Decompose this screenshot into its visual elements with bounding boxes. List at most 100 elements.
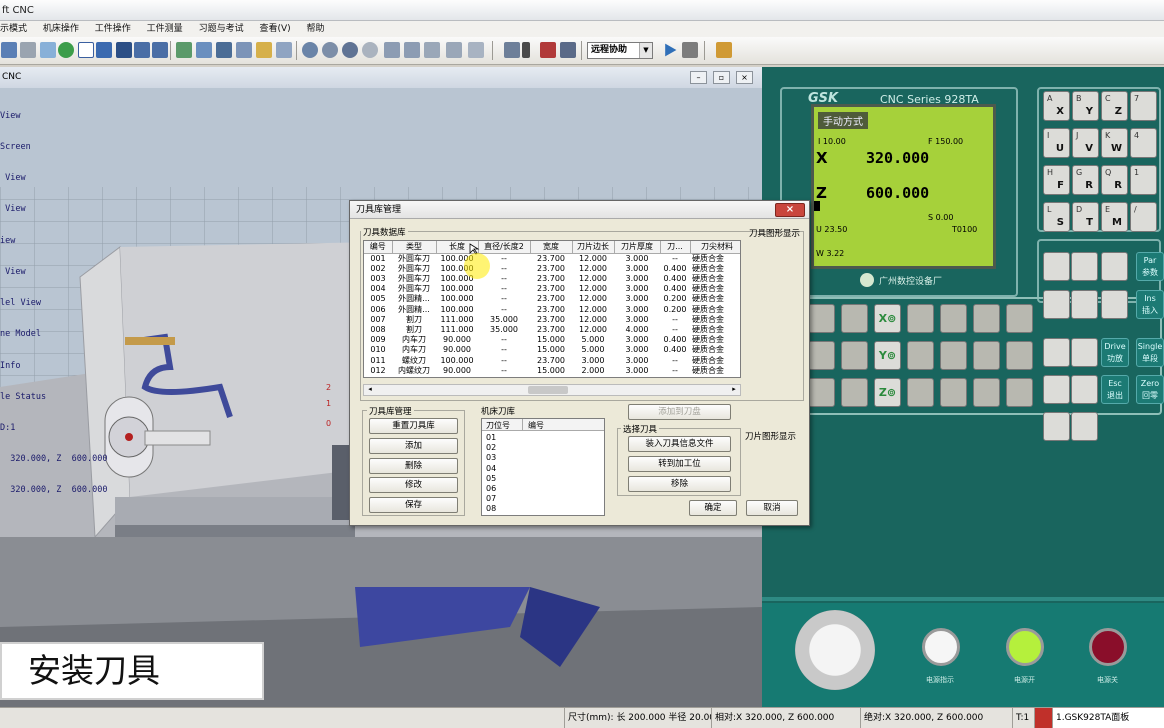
down-icon[interactable] [1071,290,1098,319]
table-row[interactable]: 011 螺纹刀 100.000 -- 23.700 3.000 3.000 -- 硬质合金 [364,356,740,366]
menu-item-view[interactable]: 查看(V) [259,24,290,34]
table-row[interactable]: 009 内车刀 90.000 -- 15.000 5.000 3.000 0.400 硬质合金 [364,335,740,345]
function-key[interactable]: Ins 插入 [1136,290,1164,319]
refresh-icon[interactable] [58,42,74,58]
view-list-line[interactable]: View [0,267,107,277]
jog-key[interactable] [1043,412,1070,441]
axis-key[interactable]: Y⊚ [874,341,901,370]
operation-key[interactable] [940,341,967,370]
axis-key[interactable]: Z⊚ [874,378,901,407]
operation-key[interactable] [808,304,835,333]
save-record-icon[interactable] [560,42,576,58]
step-icon[interactable] [504,42,520,58]
page-down-icon[interactable] [1101,252,1128,281]
step-key[interactable] [1071,338,1098,367]
tool-slot-list[interactable]: 刀位号 编号 01 02 03 04 05 06 07 08 [481,418,605,516]
table-column-header[interactable]: 刀片边长 [572,241,615,254]
operation-key[interactable] [940,378,967,407]
hand-icon[interactable] [468,42,484,58]
cut-icon[interactable] [384,42,400,58]
operation-key[interactable] [808,378,835,407]
operation-key[interactable] [973,304,1000,333]
function-key[interactable]: Drive 功放 [1101,338,1129,367]
keypad-key[interactable]: EM [1101,202,1128,232]
close-icon[interactable]: × [775,203,805,217]
tool-slot-row[interactable]: 05 [486,474,496,484]
delete-tool-button[interactable]: 删除 [369,458,458,474]
function-key[interactable]: Zero 回零 [1136,375,1164,404]
stop-icon[interactable] [682,42,698,58]
view-side-icon[interactable] [342,42,358,58]
operation-key[interactable] [973,341,1000,370]
select-icon[interactable] [40,42,56,58]
save-library-button[interactable]: 保存 [369,497,458,513]
operation-key[interactable] [973,378,1000,407]
tool-icon[interactable] [196,42,212,58]
table-column-header[interactable]: 刀尖材料 [690,241,740,254]
keypad-key[interactable]: CZ [1101,91,1128,121]
remove-tool-button[interactable]: 移除 [628,476,731,492]
keypad-key[interactable]: 4 [1130,128,1157,158]
menu-item-mode[interactable]: 示模式 [0,24,27,34]
chevron-down-icon[interactable]: ▼ [639,43,652,58]
jog-key[interactable] [1043,375,1070,404]
minimize-icon[interactable]: – [690,71,707,84]
function-key[interactable]: Par 参数 [1136,252,1164,281]
exam-icon[interactable] [716,42,732,58]
table-row[interactable]: 010 内车刀 90.000 -- 15.000 5.000 3.000 0.400 硬质合金 [364,345,740,355]
close-icon[interactable]: × [736,71,753,84]
power-off-button[interactable] [1089,628,1127,666]
table-row[interactable]: 002 外圆车刀 100.000 -- 23.700 12.000 3.000 0.400 硬质… [364,264,740,274]
tool-data-table[interactable]: 编号 类型 长度 直径/长度2 宽度 刀片边长 刀片厚度 刀... 刀尖材料 001 外圆车刀 10… [363,240,741,378]
function-key[interactable]: Single 单段 [1136,338,1164,367]
frame-icon[interactable] [78,42,94,58]
operation-key[interactable] [907,304,934,333]
keypad-key[interactable]: HF [1043,165,1070,195]
scroll-thumb[interactable] [528,386,568,394]
keypad-key[interactable]: JV [1072,128,1099,158]
step-key[interactable] [1071,412,1098,441]
tailstock-icon[interactable] [276,42,292,58]
keypad-key[interactable]: LS [1043,202,1070,232]
modify-tool-button[interactable]: 修改 [369,477,458,493]
keypad-key[interactable]: QR [1101,165,1128,195]
operation-key[interactable] [907,378,934,407]
axis-key[interactable]: X⊚ [874,304,901,333]
keypad-key[interactable]: KW [1101,128,1128,158]
view-list-line[interactable]: View [0,111,107,121]
view-list-line[interactable]: Info [0,361,107,371]
table-row[interactable]: 004 外圆车刀 100.000 -- 23.700 12.000 3.000 0.400 硬质… [364,284,740,294]
tool-slot-row[interactable]: 06 [486,484,496,494]
view-list-line[interactable]: View [0,173,107,183]
scroll-right-icon[interactable]: ▸ [728,385,740,395]
menu-item-exercises[interactable]: 习题与考试 [199,24,244,34]
record-icon[interactable] [540,42,556,58]
menu-item-measure[interactable]: 工件测量 [147,24,183,34]
machine-icon[interactable] [176,42,192,58]
table-column-header[interactable]: 编号 [364,241,393,254]
restore-icon[interactable]: ▫ [713,71,730,84]
scroll-left-icon[interactable]: ◂ [364,385,376,395]
tool-slot-row[interactable]: 03 [486,453,496,463]
table-horizontal-scrollbar[interactable]: ◂ ▸ [363,384,741,396]
keypad-key[interactable]: 7 [1130,91,1157,121]
window-icon[interactable] [96,42,112,58]
tool-slot-row[interactable]: 01 [486,433,496,443]
up-icon[interactable] [1071,252,1098,281]
zoom-icon[interactable] [116,42,132,58]
operation-key[interactable] [907,341,934,370]
table-column-header[interactable]: 刀... [660,241,691,254]
coolant-icon[interactable] [216,42,232,58]
operation-key[interactable] [1006,341,1033,370]
reset-library-button[interactable]: 重置刀具库 [369,418,458,434]
pointer-icon[interactable] [1,42,17,58]
keypad-key[interactable]: AX [1043,91,1070,121]
tool-slot-row[interactable]: 04 [486,464,496,474]
view-list-line[interactable]: le Status [0,392,107,402]
dropdown-view-icon[interactable] [152,42,168,58]
fit-icon[interactable] [134,42,150,58]
function-key[interactable]: Esc 退出 [1101,375,1129,404]
table-row[interactable]: 001 外圆车刀 100.000 -- 23.700 12.000 3.000 -- 硬质合金 [364,253,740,264]
tool-slot-row[interactable]: 07 [486,494,496,504]
left-icon[interactable] [1043,290,1070,319]
